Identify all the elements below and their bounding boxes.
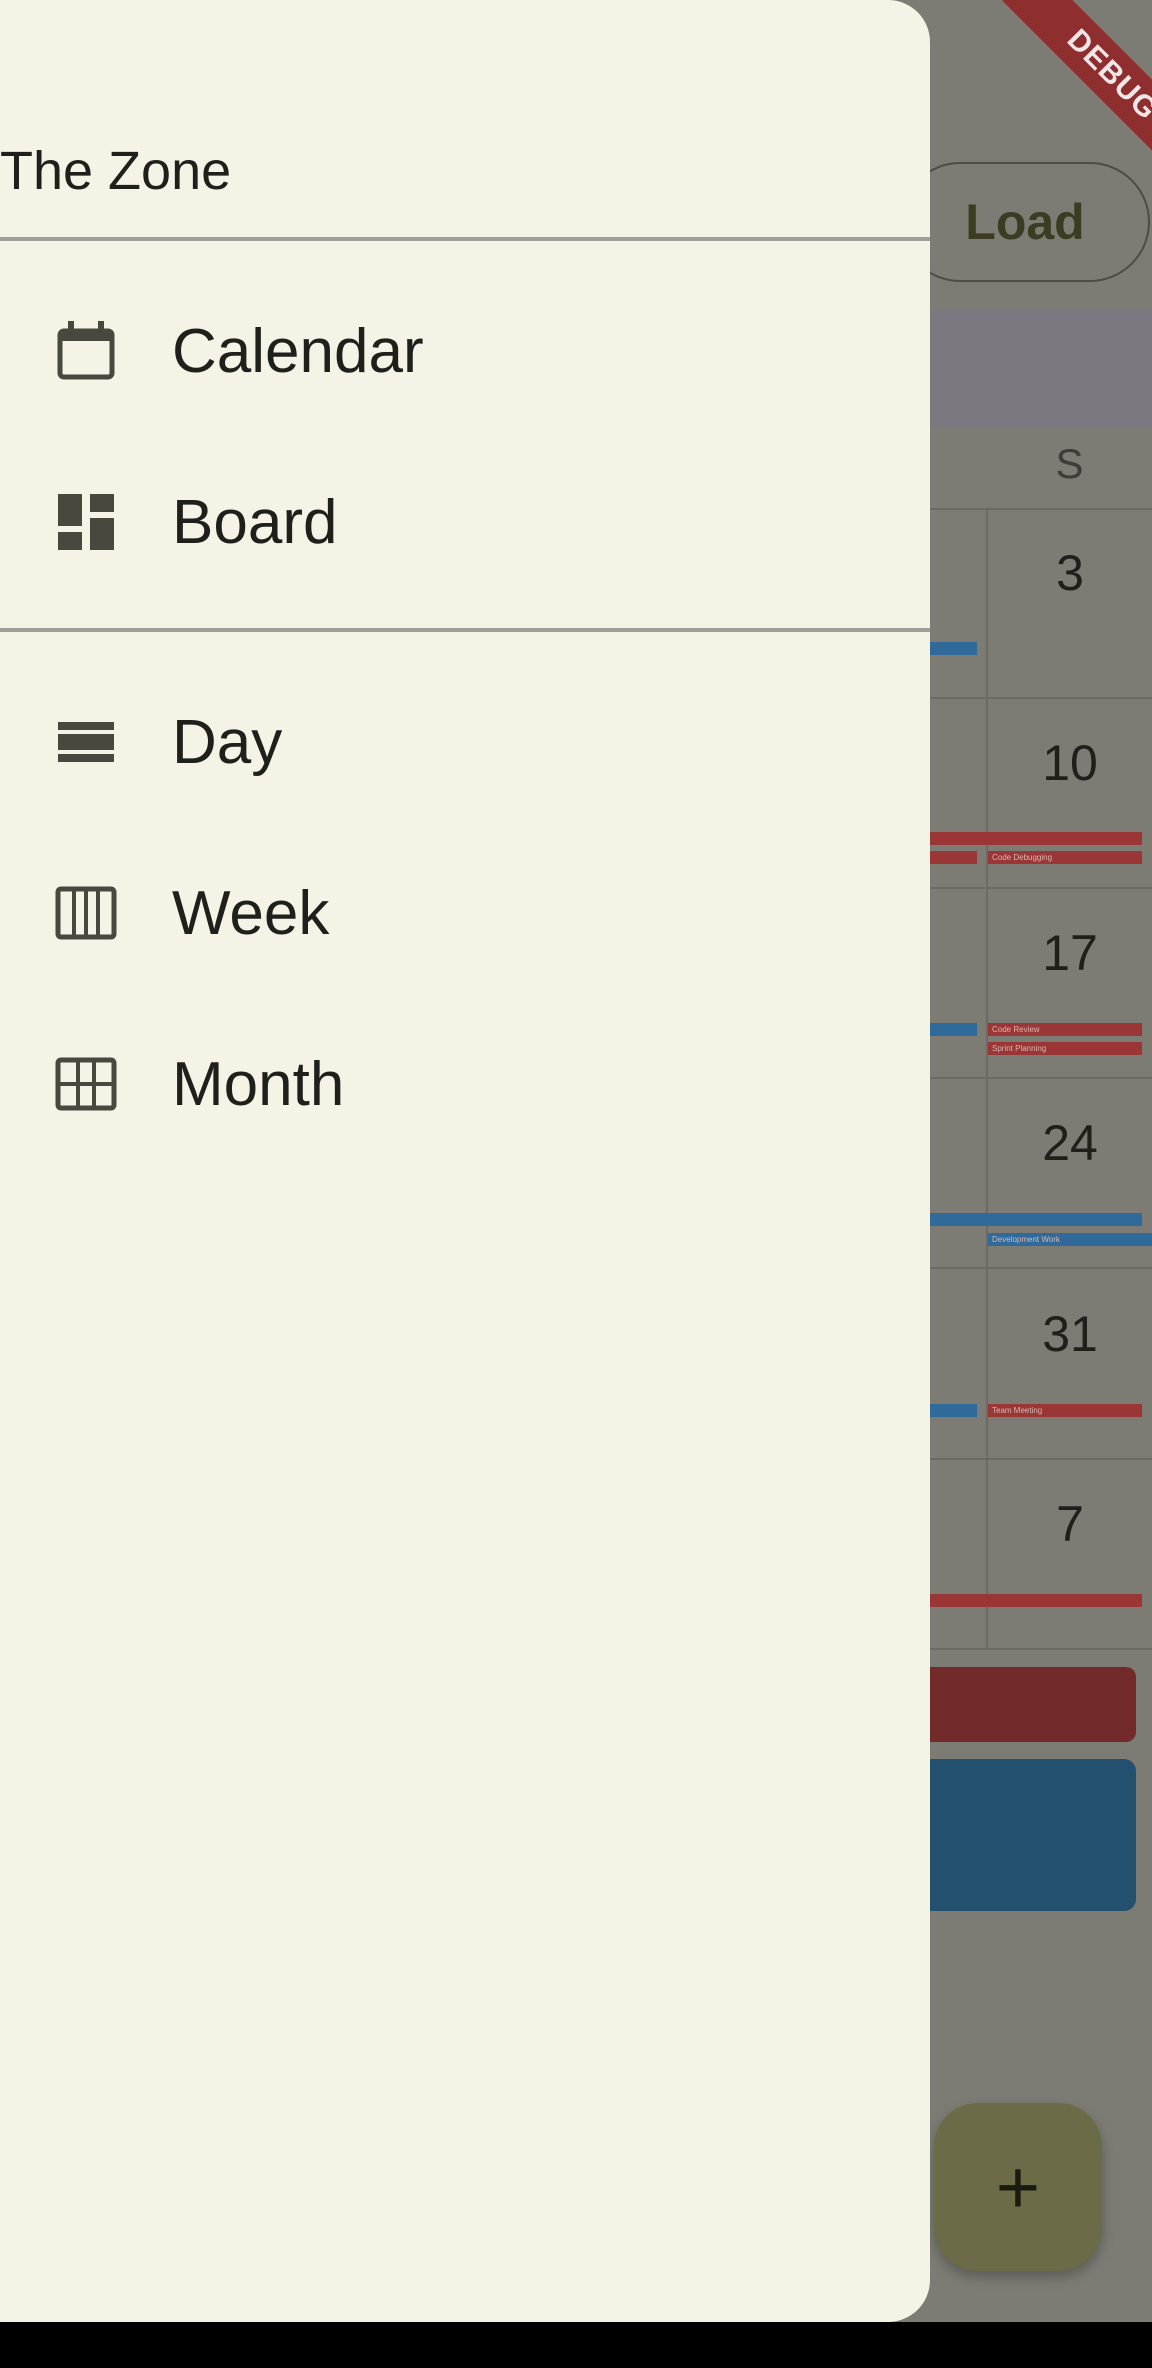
event-card[interactable] [920, 1667, 1136, 1742]
plus-icon: + [995, 2144, 1041, 2230]
nav-item-label: Board [172, 488, 338, 557]
calendar-event[interactable] [925, 1404, 977, 1417]
day-cell-number[interactable]: 31 [990, 1305, 1150, 1363]
grid-line [930, 697, 1152, 699]
calendar-event[interactable] [925, 1023, 977, 1036]
debug-banner-label: DEBUG [1002, 0, 1152, 185]
calendar-event[interactable] [925, 1213, 1142, 1226]
grid-line [930, 1077, 1152, 1079]
nav-item-month[interactable]: Month [0, 1024, 930, 1144]
drawer-divider [0, 237, 930, 241]
nav-item-week[interactable]: Week [0, 853, 930, 973]
nav-item-day[interactable]: Day [0, 682, 930, 802]
nav-item-label: Week [172, 879, 330, 948]
grid-column-divider [986, 508, 988, 1648]
calendar-event[interactable]: Team Meeting [988, 1404, 1142, 1417]
calendar-event[interactable] [925, 642, 977, 655]
day-cell-number[interactable]: 7 [990, 1495, 1150, 1553]
dashboard-icon [58, 494, 114, 550]
day-cell-number[interactable]: 17 [990, 924, 1150, 982]
navigation-drawer: The Zone Calendar Board Day Week Month [0, 0, 930, 2322]
calendar-event[interactable] [925, 1594, 1142, 1607]
nav-item-label: Month [172, 1050, 345, 1119]
month-header-band [920, 310, 1152, 428]
grid-line [930, 1648, 1152, 1650]
week-view-icon [55, 886, 117, 940]
drawer-divider [0, 628, 930, 632]
grid-line [930, 1458, 1152, 1460]
day-cell-number[interactable]: 24 [990, 1114, 1150, 1172]
debug-banner: DEBUG [932, 0, 1152, 220]
nav-item-calendar[interactable]: Calendar [0, 291, 930, 411]
calendar-event[interactable] [925, 851, 977, 864]
calendar-event[interactable]: Development Work [988, 1233, 1152, 1246]
nav-item-board[interactable]: Board [0, 462, 930, 582]
day-cell-number[interactable]: 10 [990, 734, 1150, 792]
calendar-event[interactable]: Code Debugging [988, 851, 1142, 864]
grid-line [930, 1267, 1152, 1269]
grid-line [930, 508, 1152, 510]
nav-item-label: Day [172, 708, 283, 777]
nav-item-label: Calendar [172, 317, 424, 386]
calendar-event[interactable]: Sprint Planning [988, 1042, 1142, 1055]
day-view-icon [58, 722, 114, 762]
calendar-event[interactable]: Code Review [988, 1023, 1142, 1036]
drawer-title: The Zone [0, 141, 232, 201]
add-event-button[interactable]: + [934, 2103, 1102, 2271]
calendar-event[interactable] [925, 832, 1142, 845]
calendar-icon [57, 321, 115, 380]
month-view-icon [55, 1057, 117, 1111]
grid-line [930, 887, 1152, 889]
event-card[interactable] [920, 1759, 1136, 1911]
weekday-label-sunday: S [1055, 440, 1084, 487]
day-cell-number[interactable]: 3 [990, 544, 1150, 602]
